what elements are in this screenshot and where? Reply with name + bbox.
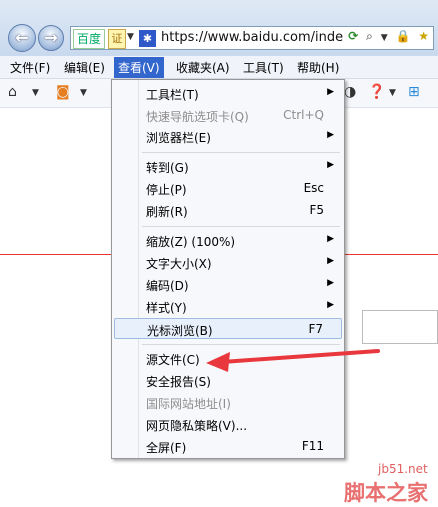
watermark-site: jb51.net xyxy=(378,462,428,476)
watermark-brand: 脚本之家 xyxy=(344,481,428,505)
annotation-arrow xyxy=(206,349,380,372)
